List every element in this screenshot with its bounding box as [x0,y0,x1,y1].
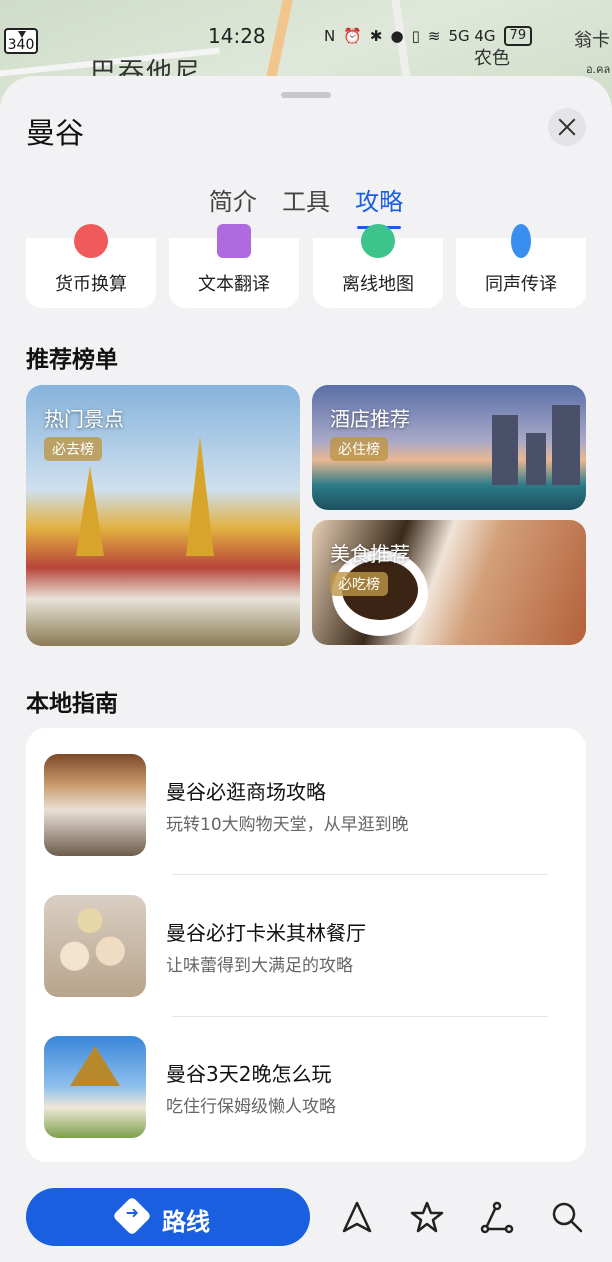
list-item-subtitle: 让味蕾得到大满足的攻略 [166,956,353,976]
route-number: 340 [7,37,35,53]
card-attractions[interactable]: 热门景点 必去榜 [26,385,300,646]
tab-guide[interactable]: 攻略 [355,182,403,229]
tool-label: 同声传译 [485,274,557,295]
wifi-icon: ≋ [427,27,441,45]
section-title-guide: 本地指南 [26,691,118,717]
card-food[interactable]: 美食推荐 必吃榜 [312,520,586,645]
navigate-icon[interactable] [340,1200,374,1234]
temple-thumbnail [44,1036,146,1138]
list-item[interactable]: 曼谷必逛商场攻略 玩转10大购物天堂，从早逛到晚 [26,754,586,858]
divider [172,1016,548,1017]
tool-label: 货币换算 [55,274,127,295]
tool-interpret[interactable]: 同声传译 [456,224,586,308]
status-time: 14:28 [208,24,266,48]
mall-thumbnail [44,754,146,856]
restaurant-thumbnail [44,895,146,997]
interpret-icon [511,224,531,258]
tool-label: 文本翻译 [198,274,270,295]
list-item[interactable]: 曼谷3天2晚怎么玩 吃住行保姆级懒人攻略 [26,1036,586,1140]
list-item[interactable]: 曼谷必打卡米其林餐厅 让味蕾得到大满足的攻略 [26,895,586,999]
card-title: 美食推荐 [330,542,410,566]
list-item-subtitle: 吃住行保姆级懒人攻略 [166,1097,336,1117]
bottom-sheet: 曼谷 简介 工具 攻略 货币换算 文本翻译 离线地图 同声传译 推荐榜单 热门景… [0,76,612,1262]
close-button[interactable] [548,108,586,146]
card-title: 酒店推荐 [330,407,410,431]
card-badge: 必住榜 [330,437,388,461]
star-icon[interactable] [410,1200,444,1234]
list-item-subtitle: 玩转10大购物天堂，从早逛到晚 [166,815,409,835]
currency-icon [74,224,108,258]
route-button[interactable]: 路线 [26,1188,310,1246]
list-item-title: 曼谷必打卡米其林餐厅 [166,921,366,945]
tab-intro[interactable]: 简介 [209,182,257,217]
bluetooth-icon: ✱ [369,27,383,45]
tool-translate[interactable]: 文本翻译 [169,224,299,308]
tab-tools[interactable]: 工具 [282,182,330,217]
building-image [552,405,580,485]
alarm-icon: ⏰ [343,27,362,45]
bottom-bar: 路线 [0,1170,612,1262]
route-shield: 340 [4,28,38,54]
tab-bar: 简介 工具 攻略 [0,182,612,229]
section-title-recommend: 推荐榜单 [26,347,118,373]
building-image [526,433,546,485]
card-badge: 必吃榜 [330,572,388,596]
temple-image [76,466,104,556]
tool-offline-map[interactable]: 离线地图 [313,224,443,308]
tool-row: 货币换算 文本翻译 离线地图 同声传译 [26,224,586,308]
route-button-label: 路线 [162,1208,210,1236]
system-icons: N ⏰ ✱ ● ▯ ≋ 5G 4G 79 [324,24,533,48]
guide-list: 曼谷必逛商场攻略 玩转10大购物天堂，从早逛到晚 曼谷必打卡米其林餐厅 让味蕾得… [26,728,586,1162]
status-bar: 340 14:28 N ⏰ ✱ ● ▯ ≋ 5G 4G 79 [0,0,612,70]
list-item-title: 曼谷3天2晚怎么玩 [166,1062,332,1086]
measure-icon[interactable] [480,1200,514,1234]
route-icon [112,1196,152,1236]
translate-icon [217,224,251,258]
nfc-icon: N [324,27,336,45]
divider [172,874,548,875]
location-icon: ● [390,27,404,45]
drag-handle[interactable] [281,92,331,98]
tool-label: 离线地图 [342,274,414,295]
battery-icon: 79 [503,26,533,46]
building-image [492,415,518,485]
route-shield-icon [18,31,26,38]
signal-icon: 5G 4G [448,27,496,45]
page-title: 曼谷 [26,116,85,150]
tool-currency[interactable]: 货币换算 [26,224,156,308]
card-hotels[interactable]: 酒店推荐 必住榜 [312,385,586,510]
offline-map-icon [361,224,395,258]
temple-image [186,436,214,556]
vibrate-icon: ▯ [411,27,420,45]
temple-roof [70,1046,120,1086]
card-title: 热门景点 [44,407,124,431]
list-item-title: 曼谷必逛商场攻略 [166,780,326,804]
search-icon[interactable] [550,1200,584,1234]
card-badge: 必去榜 [44,437,102,461]
